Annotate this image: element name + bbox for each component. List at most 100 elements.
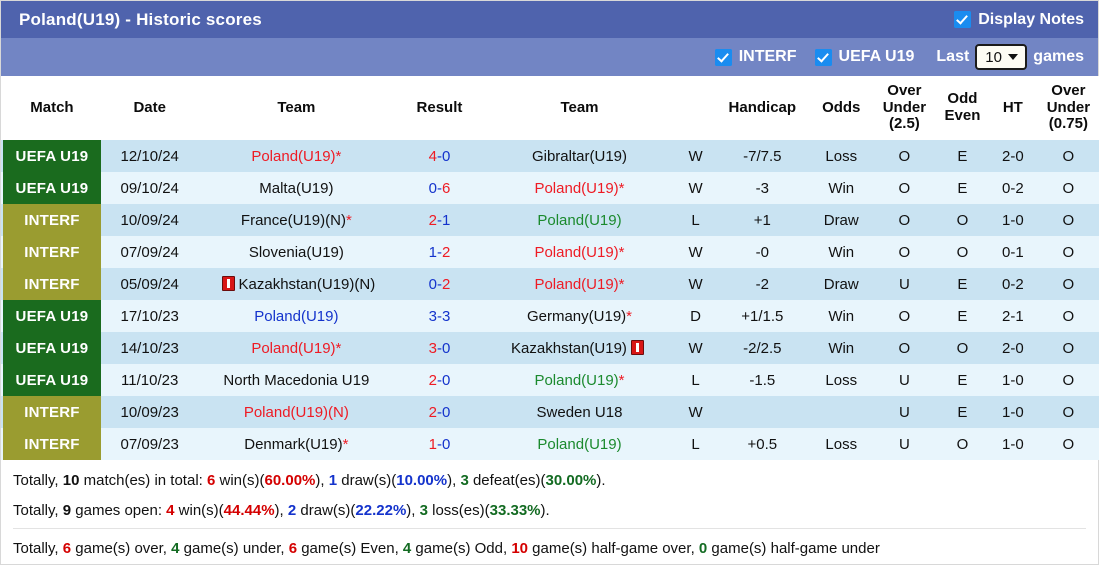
home-team-cell[interactable]: North Macedonia U19 bbox=[196, 364, 397, 396]
table-row[interactable]: UEFA U19 11/10/23 North Macedonia U19 2-0 Po… bbox=[1, 364, 1099, 396]
home-team-cell[interactable]: Poland(U19)(N) bbox=[196, 396, 397, 428]
home-team-cell[interactable]: Poland(U19) bbox=[196, 300, 397, 332]
result-cell[interactable]: 0-6 bbox=[396, 172, 483, 204]
match-date-cell: 12/10/24 bbox=[102, 140, 197, 172]
table-row[interactable]: UEFA U19 12/10/24 Poland(U19)* 4-0 Gibraltar… bbox=[1, 140, 1099, 172]
summary-text: match(es) in total: bbox=[79, 472, 207, 489]
result-cell[interactable]: 1-0 bbox=[396, 428, 483, 460]
games-count-select[interactable]: 10 bbox=[975, 44, 1028, 70]
table-row[interactable]: UEFA U19 14/10/23 Poland(U19)* 3-0 Kazakhsta… bbox=[1, 332, 1099, 364]
home-team-name: Poland(U19) bbox=[251, 147, 336, 165]
games-suffix-label: games bbox=[1033, 48, 1084, 65]
home-team-cell[interactable]: Denmark(U19)* bbox=[196, 428, 397, 460]
match-date-cell: 07/09/23 bbox=[102, 428, 197, 460]
away-team-cell[interactable]: Poland(U19)* bbox=[482, 364, 677, 396]
odds-result-cell: Draw bbox=[809, 268, 873, 300]
result-home-score: 3 bbox=[428, 339, 437, 357]
half-time-score-cell: 1-0 bbox=[988, 396, 1037, 428]
checkbox-checked-icon[interactable] bbox=[814, 48, 832, 66]
ou075-line1: Over bbox=[1051, 81, 1086, 99]
checkbox-checked-icon[interactable] bbox=[954, 11, 972, 28]
competition-badge-cell[interactable]: UEFA U19 bbox=[1, 172, 103, 204]
result-cell[interactable]: 2-0 bbox=[396, 364, 483, 396]
competition-badge-cell[interactable]: UEFA U19 bbox=[1, 332, 103, 364]
competition-badge: UEFA U19 bbox=[3, 140, 101, 172]
competition-badge-cell[interactable]: INTERF bbox=[1, 268, 103, 300]
home-team-cell[interactable]: Poland(U19)* bbox=[196, 332, 397, 364]
over-under-25-cell: U bbox=[872, 268, 936, 300]
over-under-075-cell: O bbox=[1036, 364, 1099, 396]
competition-badge-cell[interactable]: UEFA U19 bbox=[1, 364, 103, 396]
result-cell[interactable]: 3-3 bbox=[396, 300, 483, 332]
away-team-name: Gibraltar(U19) bbox=[531, 147, 627, 165]
competition-badge-cell[interactable]: INTERF bbox=[1, 396, 103, 428]
filter-toggle-interf[interactable]: INTERF bbox=[714, 48, 797, 66]
away-team-cell[interactable]: Poland(U19)* bbox=[482, 268, 677, 300]
result-cell[interactable]: 2-1 bbox=[396, 204, 483, 236]
col-header-date: Date bbox=[102, 76, 197, 140]
col-header-wld bbox=[676, 76, 715, 140]
away-team-cell[interactable]: Poland(U19) bbox=[482, 428, 677, 460]
result-home-score: 2 bbox=[428, 211, 437, 229]
home-team-cell[interactable]: Slovenia(U19) bbox=[196, 236, 397, 268]
table-header-row: Match Date Team Result Team Handicap Odd… bbox=[1, 76, 1099, 140]
table-row[interactable]: INTERF 05/09/24 Kazakhstan(U19)(N) 0-2 Polan… bbox=[1, 268, 1099, 300]
display-notes-toggle[interactable]: Display Notes bbox=[954, 11, 1084, 29]
home-team-cell[interactable]: Kazakhstan(U19)(N) bbox=[196, 268, 397, 300]
win-loss-draw-cell: W bbox=[676, 332, 715, 364]
result-cell[interactable]: 3-0 bbox=[396, 332, 483, 364]
odds-result-cell: Loss bbox=[809, 140, 873, 172]
filter-bar: INTERF UEFA U19 Last 10 games bbox=[1, 38, 1098, 76]
match-date-cell: 05/09/24 bbox=[102, 268, 197, 300]
home-team-cell[interactable]: Poland(U19)* bbox=[196, 140, 397, 172]
away-team-cell[interactable]: Poland(U19)* bbox=[482, 236, 677, 268]
summary-open-wins: 4 bbox=[166, 502, 175, 519]
over-under-25-cell: U bbox=[872, 396, 936, 428]
competition-badge-cell[interactable]: INTERF bbox=[1, 236, 103, 268]
table-row[interactable]: UEFA U19 17/10/23 Poland(U19) 3-3 Germany(U1… bbox=[1, 300, 1099, 332]
away-team-cell[interactable]: Poland(U19) bbox=[482, 204, 677, 236]
summary-text: loss(es)( bbox=[427, 502, 490, 519]
table-row[interactable]: UEFA U19 09/10/24 Malta(U19) 0-6 Poland(U19)… bbox=[1, 172, 1099, 204]
away-team-cell[interactable]: Gibraltar(U19) bbox=[482, 140, 677, 172]
home-team-name: Slovenia(U19) bbox=[248, 243, 344, 261]
odds-result-cell: Draw bbox=[809, 204, 873, 236]
home-team-name: France(U19)(N) bbox=[240, 211, 346, 229]
home-team-cell[interactable]: France(U19)(N)* bbox=[196, 204, 397, 236]
col-header-away-team: Team bbox=[482, 76, 677, 140]
last-games-label: Last bbox=[936, 48, 970, 65]
result-cell[interactable]: 4-0 bbox=[396, 140, 483, 172]
filter-toggle-uefa-u19[interactable]: UEFA U19 bbox=[814, 48, 914, 66]
table-row[interactable]: INTERF 07/09/24 Slovenia(U19) 1-2 Poland(U19… bbox=[1, 236, 1099, 268]
result-cell[interactable]: 2-0 bbox=[396, 396, 483, 428]
summary-half-over: 10 bbox=[511, 540, 528, 557]
odd-even-cell: E bbox=[935, 396, 989, 428]
summary-win-pct: 60.00% bbox=[264, 472, 316, 489]
summary-prefix: Totally, bbox=[13, 540, 63, 557]
summary-text: win(s)( bbox=[215, 472, 265, 489]
over-under-25-cell: O bbox=[872, 172, 936, 204]
away-team-cell[interactable]: Sweden U18 bbox=[482, 396, 677, 428]
away-team-cell[interactable]: Poland(U19)* bbox=[482, 172, 677, 204]
summary-text: game(s) over, bbox=[71, 540, 172, 557]
competition-badge-cell[interactable]: INTERF bbox=[1, 204, 103, 236]
competition-badge-cell[interactable]: INTERF bbox=[1, 428, 103, 460]
away-team-cell[interactable]: Kazakhstan(U19) bbox=[482, 332, 677, 364]
table-row[interactable]: INTERF 07/09/23 Denmark(U19)* 1-0 Poland(U19… bbox=[1, 428, 1099, 460]
result-cell[interactable]: 1-2 bbox=[396, 236, 483, 268]
over-under-075-cell: O bbox=[1036, 172, 1099, 204]
away-team-cell[interactable]: Germany(U19)* bbox=[482, 300, 677, 332]
summary-text: game(s) Even, bbox=[297, 540, 403, 557]
result-home-score: 1 bbox=[428, 243, 437, 261]
result-away-score: 0 bbox=[441, 371, 451, 389]
table-row[interactable]: INTERF 10/09/24 France(U19)(N)* 2-1 Poland(U… bbox=[1, 204, 1099, 236]
table-row[interactable]: INTERF 10/09/23 Poland(U19)(N) 2-0 Sweden U1… bbox=[1, 396, 1099, 428]
result-cell[interactable]: 0-2 bbox=[396, 268, 483, 300]
competition-badge: UEFA U19 bbox=[3, 364, 101, 396]
half-time-score-cell: 2-0 bbox=[988, 332, 1037, 364]
handicap-cell bbox=[714, 396, 810, 428]
competition-badge-cell[interactable]: UEFA U19 bbox=[1, 300, 103, 332]
home-team-cell[interactable]: Malta(U19) bbox=[196, 172, 397, 204]
competition-badge-cell[interactable]: UEFA U19 bbox=[1, 140, 103, 172]
checkbox-checked-icon[interactable] bbox=[714, 48, 732, 66]
